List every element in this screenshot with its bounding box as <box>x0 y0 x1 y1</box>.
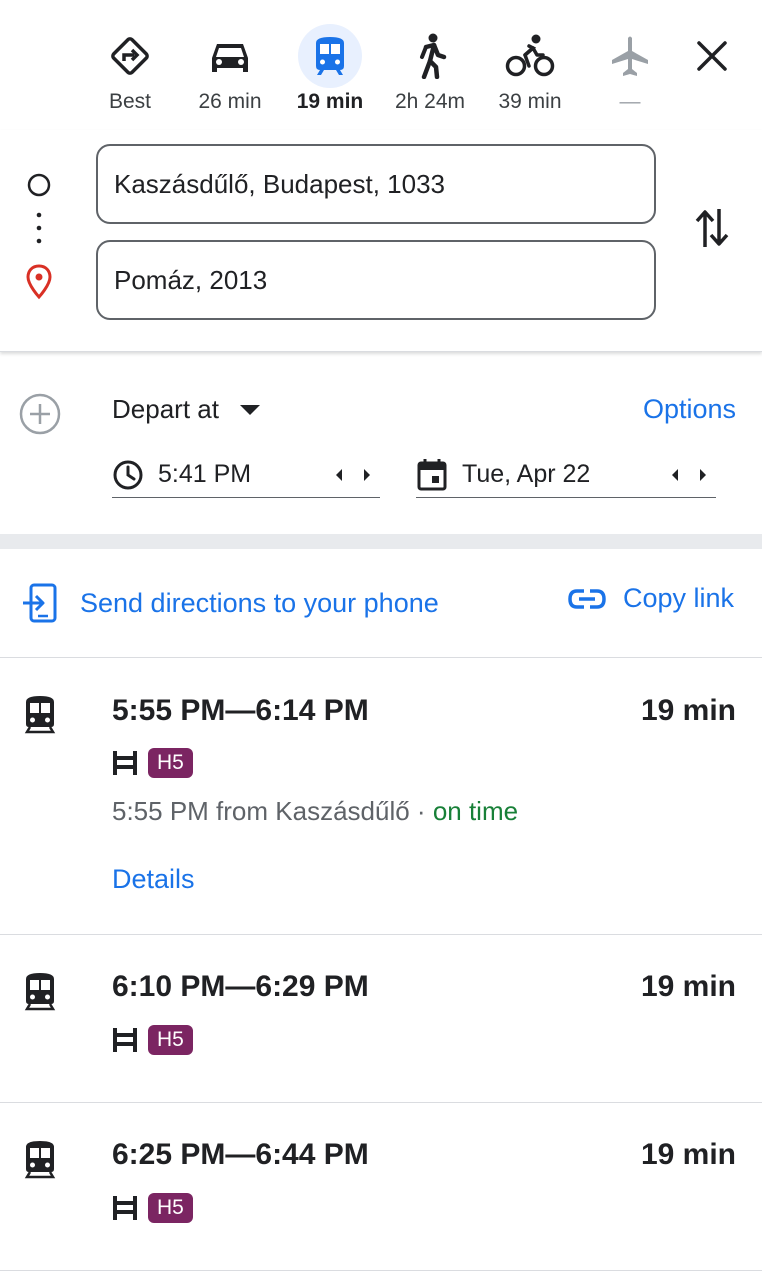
swap-waypoints-button[interactable] <box>686 202 738 254</box>
date-prev-button[interactable] <box>670 468 680 482</box>
mode-label: 39 min <box>498 90 562 113</box>
car-icon <box>198 24 262 88</box>
destination-pin-icon <box>26 264 52 300</box>
mode-transit[interactable]: 19 min <box>285 24 375 114</box>
mode-walk[interactable]: 2h 24m <box>385 24 475 114</box>
mode-flight[interactable]: — <box>585 24 675 114</box>
on-time-status: on time <box>432 796 519 826</box>
section-divider <box>0 534 762 549</box>
details-link[interactable]: Details <box>112 864 195 895</box>
trip-option[interactable]: 6:25 PM—6:44 PM 19 min H5 <box>0 1103 762 1271</box>
mode-best[interactable]: Best <box>85 24 175 114</box>
walk-icon <box>398 24 462 88</box>
route-dots-icon <box>36 212 42 244</box>
directions-icon <box>98 24 162 88</box>
triangle-left-icon <box>672 468 678 481</box>
info-separator: · <box>409 796 433 826</box>
date-picker[interactable]: Tue, Apr 22 <box>416 452 716 498</box>
trip-line: H5 <box>112 748 193 778</box>
send-to-phone-link[interactable]: Send directions to your phone <box>22 583 439 623</box>
triangle-right-icon <box>700 468 706 481</box>
link-icon <box>568 588 606 609</box>
departure-info: 5:55 PM from Kaszásdűlő · on time <box>112 796 518 827</box>
travel-mode-bar: Best 26 min 19 min 2h 24m 39 min — <box>0 0 762 130</box>
mode-label: Best <box>108 90 152 113</box>
train-icon <box>24 1141 56 1179</box>
options-link[interactable]: Options <box>643 394 736 425</box>
mode-bike[interactable]: 39 min <box>485 24 575 114</box>
trip-duration: 19 min <box>640 970 736 1003</box>
share-row: Send directions to your phone Copy link <box>0 549 762 658</box>
mode-label: — <box>619 90 641 113</box>
copy-link-label: Copy link <box>622 583 734 613</box>
trip-option[interactable]: 6:10 PM—6:29 PM 19 min H5 <box>0 935 762 1103</box>
mode-label: 2h 24m <box>394 90 466 113</box>
trip-option[interactable]: 5:55 PM—6:14 PM 19 min H5 5:55 PM from K… <box>0 658 762 935</box>
bike-icon <box>498 24 562 88</box>
time-next-button[interactable] <box>362 468 372 482</box>
trip-line: H5 <box>112 1193 193 1223</box>
line-badge: H5 <box>148 748 193 778</box>
triangle-right-icon <box>364 468 370 481</box>
line-badge: H5 <box>148 1193 193 1223</box>
trip-times: 6:25 PM—6:44 PM <box>112 1138 369 1171</box>
add-stop-button[interactable] <box>18 392 62 441</box>
origin-circle-icon <box>27 173 51 197</box>
line-badge: H5 <box>148 1025 193 1055</box>
mode-label: 26 min <box>198 90 262 113</box>
waypoints-section <box>0 130 762 352</box>
train-icon <box>298 24 362 88</box>
mode-label: 19 min <box>296 90 364 113</box>
copy-link-button[interactable]: Copy link <box>567 583 734 614</box>
trip-times: 6:10 PM—6:29 PM <box>112 970 369 1003</box>
depart-section: Depart at Options 5:41 PM Tue, Apr 22 <box>0 352 762 538</box>
mode-drive[interactable]: 26 min <box>185 24 275 114</box>
calendar-icon <box>417 458 447 490</box>
suburban-rail-icon <box>113 1196 137 1220</box>
trip-duration: 19 min <box>640 1138 736 1171</box>
triangle-left-icon <box>336 468 342 481</box>
dropdown-arrow-icon <box>239 404 260 415</box>
train-icon <box>24 696 56 734</box>
time-value: 5:41 PM <box>158 460 252 488</box>
departure-text: 5:55 PM from Kaszásdűlő <box>112 796 410 826</box>
trip-duration: 19 min <box>640 694 736 727</box>
depart-mode-dropdown[interactable]: Depart at <box>112 394 261 425</box>
suburban-rail-icon <box>113 1028 137 1052</box>
depart-mode-label: Depart at <box>112 394 219 424</box>
send-to-phone-icon <box>23 583 57 623</box>
send-to-phone-label: Send directions to your phone <box>80 587 439 618</box>
close-icon <box>697 41 727 71</box>
time-picker[interactable]: 5:41 PM <box>112 452 380 498</box>
time-prev-button[interactable] <box>334 468 344 482</box>
date-value: Tue, Apr 22 <box>462 460 591 488</box>
trip-line: H5 <box>112 1025 193 1055</box>
add-circle-icon <box>19 393 61 435</box>
destination-input[interactable] <box>96 240 656 320</box>
trip-times: 5:55 PM—6:14 PM <box>112 694 369 727</box>
suburban-rail-icon <box>113 751 137 775</box>
date-next-button[interactable] <box>698 468 708 482</box>
close-button[interactable] <box>682 26 742 86</box>
plane-icon <box>598 24 662 88</box>
train-icon <box>24 973 56 1011</box>
clock-icon <box>113 460 143 489</box>
swap-arrows-icon <box>695 209 729 247</box>
origin-input[interactable] <box>96 144 656 224</box>
